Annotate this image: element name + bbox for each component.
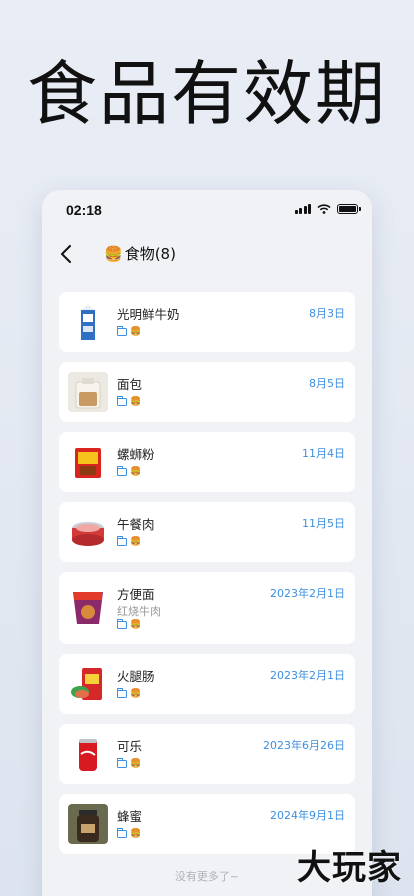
- bread-thumbnail: [68, 372, 108, 412]
- item-date: 2024年9月1日: [270, 809, 345, 822]
- item-tags: 🍔: [116, 758, 142, 769]
- noodle-pack-thumbnail: [68, 442, 108, 482]
- item-name: 方便面: [117, 587, 155, 602]
- milk-thumbnail: [68, 302, 108, 342]
- item-name: 火腿肠: [117, 669, 155, 684]
- item-date: 11月5日: [302, 517, 345, 530]
- chevron-left-icon: [61, 245, 71, 263]
- item-tags: 🍔: [116, 828, 142, 839]
- wifi-icon: [317, 204, 331, 214]
- item-name: 午餐肉: [117, 517, 155, 532]
- item-date: 8月3日: [309, 307, 345, 320]
- burger-icon: 🍔: [130, 397, 142, 407]
- burger-icon: 🍔: [130, 467, 142, 477]
- item-name: 面包: [117, 377, 143, 392]
- hero-title: 食品有效期: [27, 53, 387, 135]
- folder-icon: [116, 828, 127, 838]
- list-item[interactable]: 午餐肉 🍔 11月5日: [59, 502, 355, 562]
- phone-screen: 02:18 🍔 食物(8) 光明鲜牛奶 🍔 8月3日 面包 🍔 8月5日 螺蛳粉…: [42, 190, 372, 896]
- item-tags: 🍔: [116, 326, 142, 337]
- honey-thumbnail: [68, 804, 108, 844]
- item-tags: 🍔: [116, 619, 142, 630]
- burger-icon: 🍔: [104, 244, 123, 263]
- folder-icon: [116, 619, 127, 629]
- burger-icon: 🍔: [130, 829, 142, 839]
- burger-icon: 🍔: [130, 689, 142, 699]
- burger-icon: 🍔: [130, 327, 142, 337]
- list-item[interactable]: 光明鲜牛奶 🍔 8月3日: [59, 292, 355, 352]
- list-item[interactable]: 螺蛳粉 🍔 11月4日: [59, 432, 355, 492]
- item-name: 蜂蜜: [117, 809, 143, 824]
- status-bar: 02:18: [42, 190, 372, 232]
- item-date: 8月5日: [309, 377, 345, 390]
- item-name: 可乐: [117, 739, 143, 754]
- item-date: 2023年6月26日: [263, 739, 345, 752]
- item-name: 螺蛳粉: [117, 447, 155, 462]
- item-tags: 🍔: [116, 688, 142, 699]
- item-date: 2023年2月1日: [270, 587, 345, 600]
- burger-icon: 🍔: [130, 537, 142, 547]
- luncheon-meat-thumbnail: [68, 512, 108, 552]
- status-time: 02:18: [66, 202, 102, 218]
- signal-icon: [294, 204, 311, 214]
- sausage-thumbnail: [68, 664, 108, 704]
- folder-icon: [116, 396, 127, 406]
- burger-icon: 🍔: [130, 759, 142, 769]
- item-name: 光明鲜牛奶: [117, 307, 180, 322]
- list-item[interactable]: 可乐 🍔 2023年6月26日: [59, 724, 355, 784]
- folder-icon: [116, 536, 127, 546]
- status-icons: [294, 204, 361, 214]
- battery-icon: [337, 204, 361, 214]
- cola-thumbnail: [68, 734, 108, 774]
- list-item[interactable]: 火腿肠 🍔 2023年2月1日: [59, 654, 355, 714]
- item-date: 11月4日: [302, 447, 345, 460]
- item-note: 红烧牛肉: [117, 605, 161, 618]
- burger-icon: 🍔: [130, 620, 142, 630]
- folder-icon: [116, 688, 127, 698]
- food-list: 光明鲜牛奶 🍔 8月3日 面包 🍔 8月5日 螺蛳粉 🍔 11月4日 午餐肉 🍔…: [59, 292, 355, 864]
- nav-bar: 🍔 食物(8): [42, 232, 372, 278]
- page-title: 🍔 食物(8): [104, 243, 176, 264]
- watermark: 大玩家: [297, 848, 402, 888]
- item-tags: 🍔: [116, 396, 142, 407]
- list-item[interactable]: 面包 🍔 8月5日: [59, 362, 355, 422]
- instant-noodle-thumbnail: [68, 586, 108, 626]
- item-tags: 🍔: [116, 466, 142, 477]
- folder-icon: [116, 758, 127, 768]
- folder-icon: [116, 326, 127, 336]
- item-tags: 🍔: [116, 536, 142, 547]
- page-title-text: 食物(8): [124, 245, 176, 263]
- item-date: 2023年2月1日: [270, 669, 345, 682]
- list-item[interactable]: 方便面 红烧牛肉 🍔 2023年2月1日: [59, 572, 355, 644]
- folder-icon: [116, 466, 127, 476]
- back-button[interactable]: [54, 242, 78, 266]
